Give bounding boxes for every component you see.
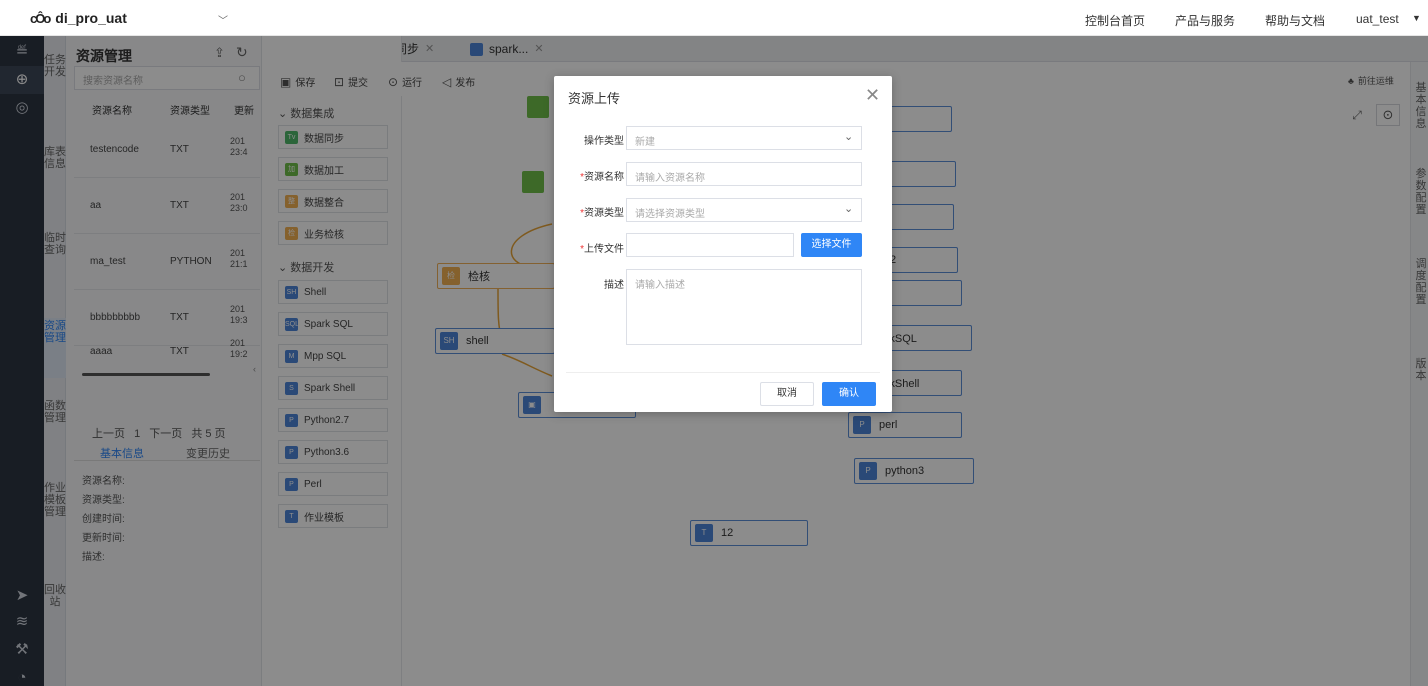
choose-file-button[interactable]: 选择文件 [801, 233, 862, 257]
resource-type-select[interactable]: 请选择资源类型 [626, 198, 862, 222]
chevron-down-icon[interactable]: ⌄ [844, 130, 853, 143]
nav-console-home[interactable]: 控制台首页 [1085, 12, 1145, 29]
resource-name-input[interactable]: 请输入资源名称 [626, 162, 862, 186]
chevron-down-icon[interactable]: ﹀ [218, 12, 228, 27]
nav-help-docs[interactable]: 帮助与文档 [1265, 12, 1325, 29]
op-type-select[interactable]: 新建 [626, 126, 862, 150]
project-switcher[interactable]: cÔo di_pro_uat [30, 10, 127, 26]
caret-down-icon[interactable]: ▼ [1412, 13, 1421, 23]
upload-file-label: *上传文件 [580, 244, 624, 255]
resource-type-label: *资源类型 [580, 208, 624, 219]
nav-products[interactable]: 产品与服务 [1175, 12, 1235, 29]
upload-dialog: 资源上传 ✕ 操作类型 新建 ⌄ *资源名称 请输入资源名称 *资源类型 请选择… [554, 76, 892, 412]
divider [566, 372, 880, 373]
op-type-label: 操作类型 [584, 136, 624, 147]
chevron-down-icon[interactable]: ⌄ [844, 202, 853, 215]
upload-file-input[interactable] [626, 233, 794, 257]
description-label: 描述 [604, 280, 624, 291]
top-bar: cÔo di_pro_uat ﹀ 控制台首页 产品与服务 帮助与文档 uat_t… [0, 0, 1428, 36]
confirm-button[interactable]: 确认 [822, 382, 876, 406]
user-menu[interactable]: uat_test [1356, 12, 1399, 26]
dialog-title: 资源上传 [568, 91, 621, 106]
cancel-button[interactable]: 取消 [760, 382, 814, 406]
project-name: di_pro_uat [55, 10, 127, 26]
close-icon[interactable]: ✕ [865, 85, 880, 106]
description-textarea[interactable]: 请输入描述 [626, 269, 862, 345]
resource-name-label: *资源名称 [580, 172, 624, 183]
logo-icon: cÔo [30, 10, 51, 26]
